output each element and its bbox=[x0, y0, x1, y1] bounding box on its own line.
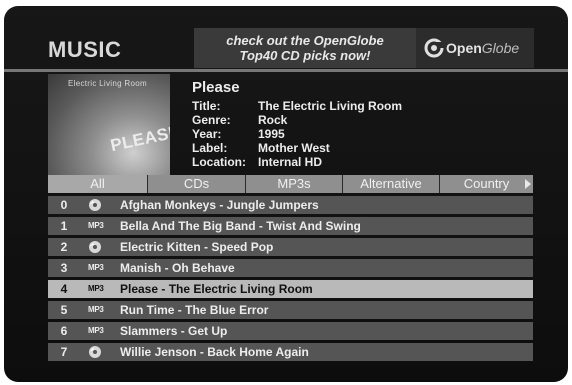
mp3-icon: MP3 bbox=[88, 305, 104, 314]
track-number: 2 bbox=[60, 240, 68, 254]
tab-alternative[interactable]: Alternative bbox=[343, 175, 440, 193]
page-title: MUSIC bbox=[48, 37, 122, 62]
tab-cds[interactable]: CDs bbox=[148, 175, 246, 193]
tab-mp3s[interactable]: MP3s bbox=[246, 175, 343, 193]
album-cover: Electric Living Room PLEASE bbox=[48, 74, 170, 179]
logo-text-globe: Globe bbox=[481, 40, 520, 56]
tabs-next-arrow-icon[interactable] bbox=[525, 179, 531, 189]
tab-country[interactable]: Country bbox=[440, 175, 533, 193]
album-heading: Please bbox=[192, 79, 240, 96]
info-label: Title: bbox=[192, 99, 221, 113]
track-number: 0 bbox=[60, 198, 68, 212]
tv-screen: MUSIC check out the OpenGlobe Top40 CD p… bbox=[4, 6, 568, 382]
track-title: Slammers - Get Up bbox=[120, 324, 228, 338]
logo-text-open: Open bbox=[446, 40, 482, 56]
info-row-location: Location: Internal HD bbox=[192, 155, 402, 169]
mp3-icon: MP3 bbox=[88, 221, 104, 230]
info-row-year: Year: 1995 bbox=[192, 127, 402, 141]
promo-banner[interactable]: check out the OpenGlobe Top40 CD picks n… bbox=[194, 28, 416, 68]
info-label: Location: bbox=[192, 155, 246, 169]
cover-band-text: Electric Living Room bbox=[68, 79, 147, 88]
track-list: 0 Afghan Monkeys - Jungle Jumpers 1 MP3 … bbox=[48, 196, 533, 364]
info-row-genre: Genre: Rock bbox=[192, 113, 402, 127]
track-title: Please - The Electric Living Room bbox=[120, 282, 313, 296]
track-row[interactable]: 5 MP3 Run Time - The Blue Error bbox=[48, 301, 533, 319]
track-title: Bella And The Big Band - Twist And Swing bbox=[120, 219, 361, 233]
info-label: Genre: bbox=[192, 113, 231, 127]
cd-icon bbox=[88, 343, 102, 361]
track-number: 1 bbox=[60, 219, 68, 233]
openglobe-logo-icon bbox=[424, 38, 444, 58]
info-value: Internal HD bbox=[258, 155, 323, 169]
mp3-icon: MP3 bbox=[88, 284, 104, 293]
cd-icon bbox=[88, 238, 102, 256]
track-title: Electric Kitten - Speed Pop bbox=[120, 240, 274, 254]
track-number: 6 bbox=[60, 324, 68, 338]
info-value: Rock bbox=[258, 113, 288, 127]
info-row-label: Label: Mother West bbox=[192, 141, 402, 155]
info-label: Year: bbox=[192, 127, 222, 141]
track-row[interactable]: 2 Electric Kitten - Speed Pop bbox=[48, 238, 533, 256]
track-title: Manish - Oh Behave bbox=[120, 261, 235, 275]
track-title: Willie Jenson - Back Home Again bbox=[120, 345, 309, 359]
openglobe-logo: OpenGlobe bbox=[416, 28, 534, 68]
track-number: 5 bbox=[60, 303, 68, 317]
track-row-selected[interactable]: 4 MP3 Please - The Electric Living Room bbox=[48, 280, 533, 298]
info-value: Mother West bbox=[258, 141, 330, 155]
header-divider bbox=[4, 69, 568, 72]
cd-icon bbox=[88, 196, 102, 214]
track-title: Afghan Monkeys - Jungle Jumpers bbox=[120, 198, 319, 212]
track-title: Run Time - The Blue Error bbox=[120, 303, 269, 317]
track-number: 4 bbox=[60, 282, 68, 296]
track-number: 3 bbox=[60, 261, 68, 275]
mp3-icon: MP3 bbox=[88, 326, 104, 335]
info-label: Label: bbox=[192, 141, 228, 155]
info-value: The Electric Living Room bbox=[258, 99, 403, 113]
track-row[interactable]: 1 MP3 Bella And The Big Band - Twist And… bbox=[48, 217, 533, 235]
track-row[interactable]: 3 MP3 Manish - Oh Behave bbox=[48, 259, 533, 277]
promo-line-2: Top40 CD picks now! bbox=[239, 48, 371, 63]
category-tabs: All CDs MP3s Alternative Country bbox=[48, 175, 533, 193]
tab-all[interactable]: All bbox=[48, 175, 148, 193]
info-row-title: Title: The Electric Living Room bbox=[192, 99, 402, 113]
track-row[interactable]: 7 Willie Jenson - Back Home Again bbox=[48, 343, 533, 361]
track-row[interactable]: 0 Afghan Monkeys - Jungle Jumpers bbox=[48, 196, 533, 214]
cover-title-text: PLEASE bbox=[108, 121, 170, 156]
info-value: 1995 bbox=[258, 127, 285, 141]
mp3-icon: MP3 bbox=[88, 263, 104, 272]
promo-line-1: check out the OpenGlobe bbox=[226, 33, 384, 48]
track-row[interactable]: 6 MP3 Slammers - Get Up bbox=[48, 322, 533, 340]
track-number: 7 bbox=[60, 345, 68, 359]
album-info-panel: Please Title: The Electric Living Room G… bbox=[192, 79, 402, 169]
